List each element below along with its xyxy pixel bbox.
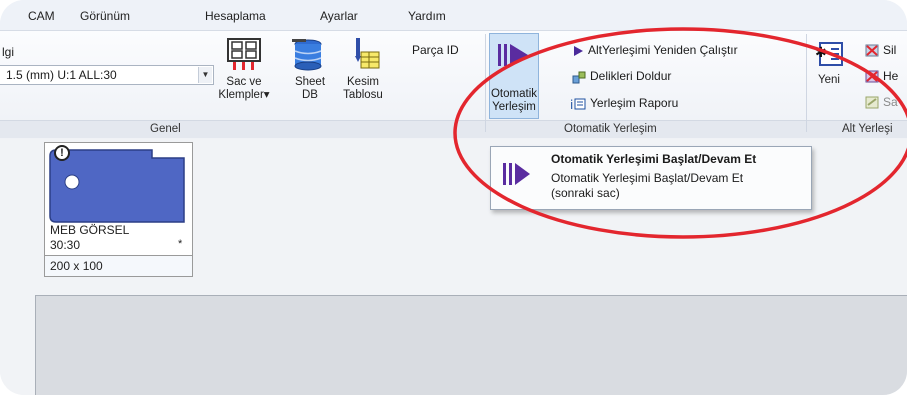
alt-cmd-he-label: He bbox=[883, 69, 899, 83]
sheet-db-label-1: Sheet bbox=[294, 76, 326, 88]
play-nest-icon bbox=[498, 44, 528, 66]
part-count: 30:30 bbox=[50, 238, 81, 252]
sheet-preview-pane bbox=[35, 295, 907, 395]
save-disabled-icon bbox=[865, 96, 879, 109]
parca-id-button[interactable]: Parça ID bbox=[412, 43, 459, 57]
yerlesim-raporu-button[interactable]: i Yerleşim Raporu bbox=[570, 96, 678, 111]
oto-label-2: Yerleşim bbox=[492, 101, 536, 113]
sac-klemp-label-2: Klempler▾ bbox=[218, 89, 270, 101]
fill-holes-label: Delikleri Doldur bbox=[590, 69, 672, 83]
dropdown-description: Otomatik Yerleşimi Başlat/Devam Et (sonr… bbox=[551, 171, 743, 201]
new-nest-icon: ✱ bbox=[815, 42, 843, 66]
menu-yardim[interactable]: Yardım bbox=[408, 9, 446, 23]
alt-cmd-sa[interactable]: Sa bbox=[865, 95, 898, 109]
alt-cmd-sa-label: Sa bbox=[883, 95, 898, 109]
report-label: Yerleşim Raporu bbox=[590, 96, 679, 110]
kesim-label-2: Tablosu bbox=[343, 89, 383, 101]
sheet-database-icon bbox=[292, 39, 322, 71]
part-card[interactable]: ! MEB GÖRSEL 30:30 * 200 x 100 bbox=[44, 142, 193, 277]
alt-cmd-sil[interactable]: Sil bbox=[865, 43, 896, 57]
combo-dropdown-arrow-icon[interactable]: ▼ bbox=[198, 67, 212, 83]
warning-mark: ! bbox=[60, 147, 64, 159]
menu-hesaplama[interactable]: Hesaplama bbox=[205, 9, 266, 23]
svg-text:i: i bbox=[570, 98, 573, 111]
start-nest-icon bbox=[503, 163, 530, 185]
kesim-tablosu-button[interactable]: Kesim Tablosu bbox=[336, 38, 390, 102]
restart-label: AltYerleşimi Yeniden Çalıştır bbox=[588, 43, 738, 57]
oto-label-1: Otomatik bbox=[490, 88, 537, 100]
ribbon-group-footer bbox=[0, 120, 907, 138]
warning-icon: ! bbox=[54, 145, 70, 161]
delete-icon bbox=[865, 44, 879, 57]
sac-klemp-label-1: Sac ve bbox=[226, 76, 262, 88]
delikleri-doldur-button[interactable]: Delikleri Doldur bbox=[572, 69, 671, 84]
group-separator bbox=[485, 34, 486, 132]
material-combo[interactable]: 1.5 (mm) U:1 ALL:30 ▼ bbox=[0, 65, 214, 85]
group-separator bbox=[806, 34, 807, 132]
autonest-dropdown[interactable]: Otomatik Yerleşimi Başlat/Devam Et Otoma… bbox=[490, 146, 812, 210]
fill-holes-icon bbox=[572, 71, 586, 84]
otomatik-yerlesim-button[interactable]: Otomatik Yerleşim bbox=[489, 33, 539, 119]
sac-ve-klempler-button[interactable]: Sac ve Klempler▾ bbox=[218, 38, 270, 102]
menu-cam[interactable]: CAM bbox=[28, 9, 55, 23]
sheet-clamps-icon bbox=[227, 38, 261, 70]
yeni-button[interactable]: ✱ Yeni bbox=[812, 40, 846, 87]
group-label-alt: Alt Yerleşi bbox=[842, 123, 893, 135]
yeni-label: Yeni bbox=[818, 74, 840, 86]
cutting-table-icon bbox=[355, 38, 380, 69]
part-name: MEB GÖRSEL bbox=[50, 223, 130, 237]
app-window: CAM Görünüm Hesaplama Ayarlar Yardım lgi… bbox=[0, 0, 907, 395]
menu-ayarlar[interactable]: Ayarlar bbox=[320, 9, 358, 23]
part-size-bar: 200 x 100 bbox=[45, 255, 192, 276]
menu-gorunum[interactable]: Görünüm bbox=[80, 9, 130, 23]
dropdown-desc-line1: Otomatik Yerleşimi Başlat/Devam Et bbox=[551, 171, 744, 185]
part-size: 200 x 100 bbox=[50, 259, 103, 273]
menu-bar: CAM Görünüm Hesaplama Ayarlar Yardım bbox=[0, 0, 907, 30]
group-label-genel: Genel bbox=[150, 123, 181, 135]
material-combo-value: 1.5 (mm) U:1 ALL:30 bbox=[6, 68, 117, 82]
alt-cmd-he[interactable]: He bbox=[865, 69, 898, 83]
report-icon: i bbox=[570, 98, 586, 111]
altyerlesim-restart-button[interactable]: AltYerleşimi Yeniden Çalıştır bbox=[572, 43, 738, 57]
play-icon bbox=[574, 45, 583, 56]
kesim-label-1: Kesim bbox=[347, 76, 379, 88]
sheet-db-button[interactable]: Sheet DB bbox=[290, 38, 330, 102]
dropdown-title: Otomatik Yerleşimi Başlat/Devam Et bbox=[551, 152, 757, 166]
alt-cmd-sil-label: Sil bbox=[883, 43, 897, 57]
svg-text:✱: ✱ bbox=[815, 45, 827, 61]
delete-all-icon bbox=[865, 70, 879, 83]
part-modified-star: * bbox=[178, 238, 183, 250]
genel-cut-label: lgi bbox=[2, 45, 15, 59]
dropdown-desc-line2: (sonraki sac) bbox=[551, 186, 620, 200]
sheet-db-label-2: DB bbox=[302, 89, 318, 101]
group-label-otomatik: Otomatik Yerleşim bbox=[564, 123, 657, 135]
